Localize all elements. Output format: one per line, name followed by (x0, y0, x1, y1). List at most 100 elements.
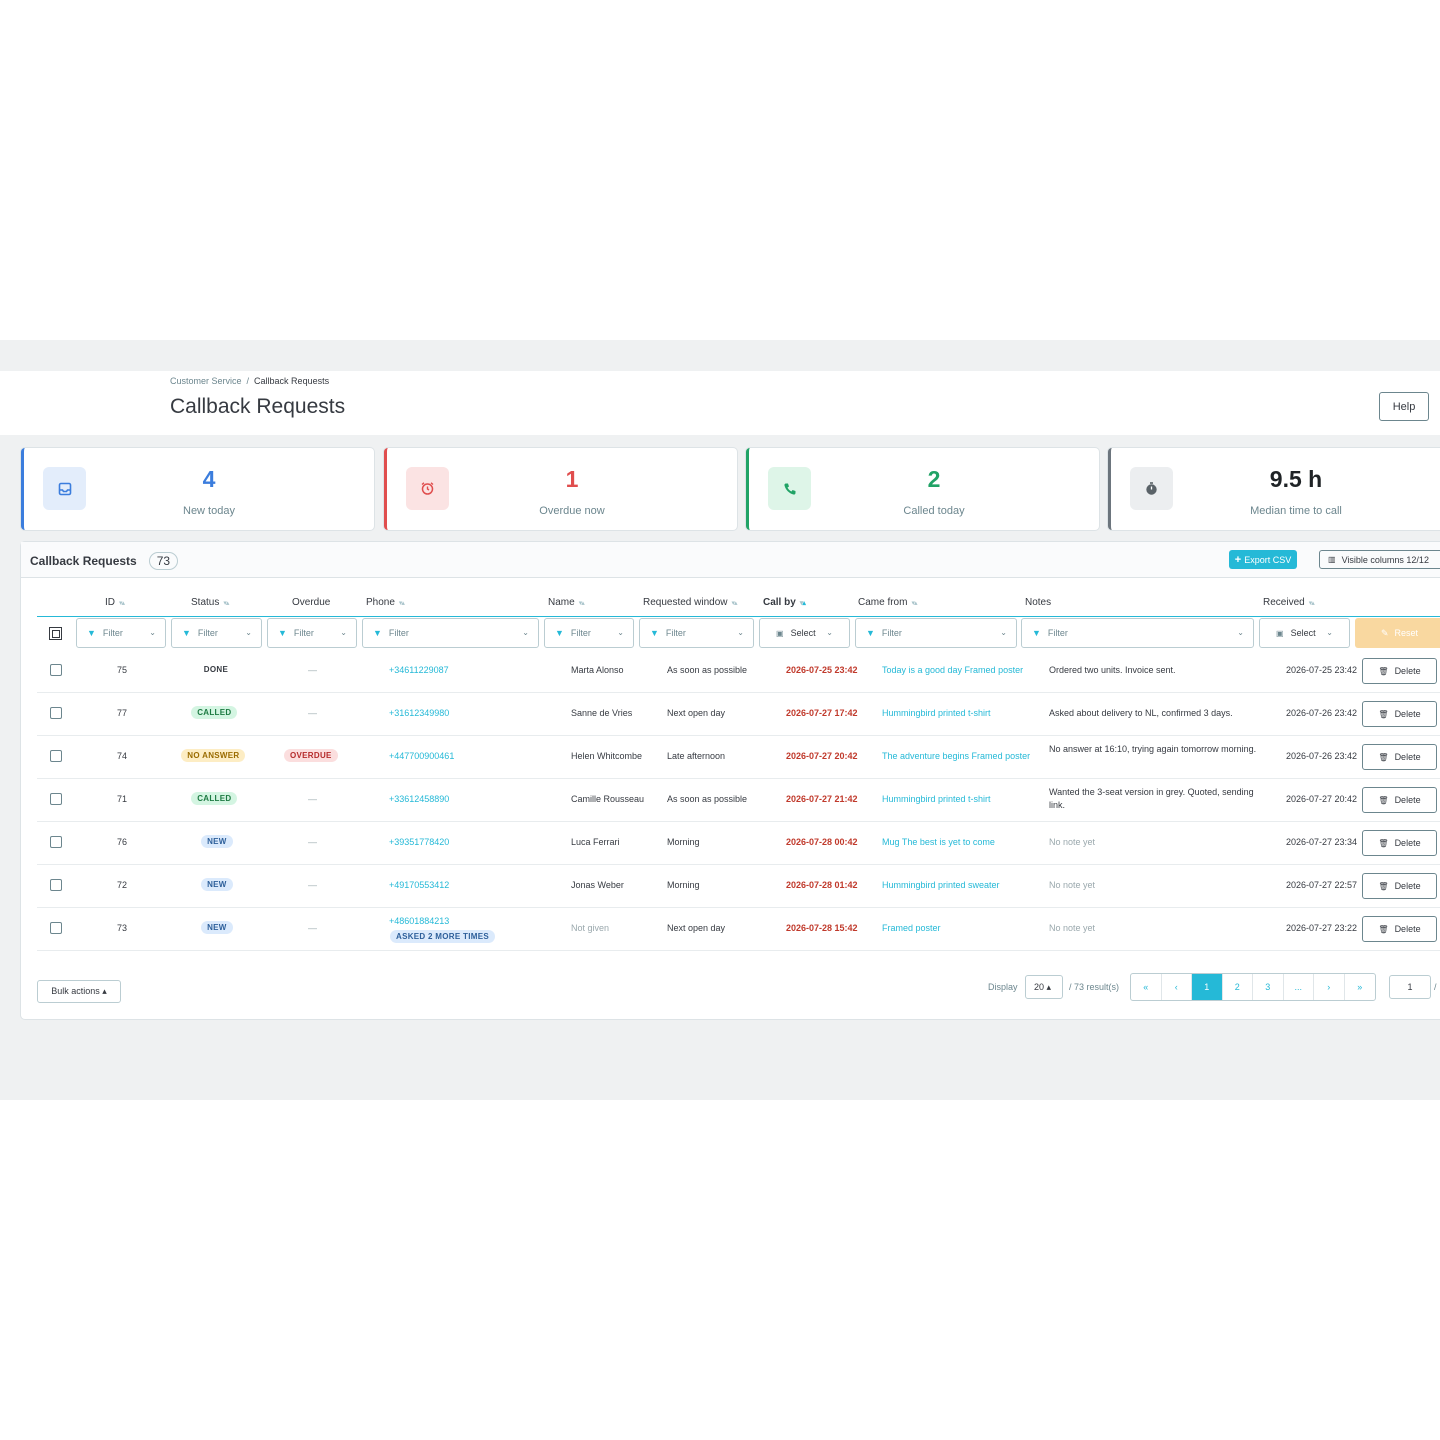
row-checkbox[interactable] (50, 793, 62, 805)
filter-overdue[interactable]: ▼ Filter ⌄ (267, 618, 357, 648)
filter-phone[interactable]: ▼ Filter ⌄ (362, 618, 539, 648)
sort-icon[interactable]: ▾▴ (800, 599, 806, 607)
reset-filters-button[interactable]: ✎ Reset (1355, 618, 1440, 648)
call-by-cell: 2026-07-28 01:42 (786, 880, 858, 890)
breadcrumb-parent[interactable]: Customer Service (170, 376, 242, 386)
sort-icon[interactable]: ▾▴ (223, 599, 229, 607)
delete-button[interactable]: 🗑 Delete (1362, 658, 1437, 684)
filter-icon: ▼ (278, 628, 287, 638)
card-header: Callback Requests 73 + Export CSV ▥ Visi… (21, 542, 1440, 578)
page-number-input[interactable]: 1 (1389, 975, 1431, 999)
delete-button[interactable]: 🗑 Delete (1362, 916, 1437, 942)
filter-id[interactable]: ▼ Filter ⌄ (76, 618, 166, 648)
filter-came-from[interactable]: ▼ Filter ⌄ (855, 618, 1017, 648)
column-header-came-from[interactable]: Came from ▾▴ (858, 597, 917, 608)
delete-label: Delete (1394, 838, 1421, 848)
page-size-select[interactable]: 20 ▴ (1025, 975, 1063, 999)
phone-link[interactable]: +48601884213 (389, 916, 449, 926)
column-header-notes: Notes (1025, 597, 1052, 608)
delete-label: Delete (1394, 752, 1421, 762)
phone-link[interactable]: +33612458890 (389, 794, 449, 804)
sort-icon[interactable]: ▾▴ (911, 599, 917, 607)
row-checkbox[interactable] (50, 664, 62, 676)
column-header-name[interactable]: Name ▾▴ (548, 597, 585, 608)
delete-label: Delete (1394, 795, 1421, 805)
filter-status[interactable]: ▼ Filter ⌄ (171, 618, 262, 648)
phone-link[interactable]: +447700900461 (389, 751, 454, 761)
sort-icon[interactable]: ▾▴ (732, 599, 738, 607)
phone-link[interactable]: +39351778420 (389, 837, 449, 847)
filter-icon: ▼ (555, 628, 564, 638)
id-cell: 77 (117, 708, 128, 718)
last-page-button[interactable]: » (1345, 974, 1376, 1000)
overdue-cell: — (308, 837, 317, 847)
sort-icon[interactable]: ▾▴ (1309, 599, 1315, 607)
came-from-link[interactable]: Mug The best is yet to come (882, 837, 995, 847)
came-from-link[interactable]: Framed poster (882, 923, 941, 933)
filter-requested-window[interactable]: ▼ Filter ⌄ (639, 618, 754, 648)
status-badge: CALLED (191, 706, 238, 719)
delete-button[interactable]: 🗑 Delete (1362, 701, 1437, 727)
overdue-cell: — (308, 794, 317, 804)
page-2-button[interactable]: 2 (1223, 974, 1253, 1000)
row-checkbox[interactable] (50, 922, 62, 934)
stopwatch-icon (1130, 467, 1173, 510)
column-header-id[interactable]: ID ▾▴ (105, 597, 125, 608)
delete-button[interactable]: 🗑 Delete (1362, 787, 1437, 813)
help-button[interactable]: Help (1379, 392, 1429, 421)
calendar-icon: ▣ (1276, 628, 1284, 638)
page-header: Customer Service / Callback Requests Callb… (0, 371, 1440, 435)
came-from-link[interactable]: Hummingbird printed sweater (882, 880, 1000, 890)
column-header-call-by[interactable]: Call by ▾▴ (763, 597, 806, 608)
visible-columns-button[interactable]: ▥ Visible columns 12/12 (1319, 550, 1440, 569)
phone-link[interactable]: +31612349980 (389, 708, 449, 718)
breadcrumb: Customer Service / Callback Requests (170, 376, 329, 386)
column-header-received[interactable]: Received ▾▴ (1263, 597, 1315, 608)
row-checkbox[interactable] (50, 836, 62, 848)
export-csv-label: Export CSV (1244, 554, 1292, 565)
chevron-down-icon: ⌄ (1326, 628, 1333, 637)
sort-icon[interactable]: ▾▴ (399, 599, 405, 607)
column-header-status[interactable]: Status ▾▴ (191, 597, 229, 608)
export-csv-button[interactable]: + Export CSV (1229, 550, 1297, 569)
prev-page-button[interactable]: ‹ (1162, 974, 1192, 1000)
trash-icon: 🗑 (1378, 709, 1389, 719)
phone-link[interactable]: +49170553412 (389, 880, 449, 890)
name-cell: Not given (571, 923, 610, 933)
first-page-button[interactable]: « (1131, 974, 1162, 1000)
came-from-link[interactable]: Hummingbird printed t-shirt (882, 708, 991, 718)
next-page-button[interactable]: › (1314, 974, 1345, 1000)
sort-icon[interactable]: ▾▴ (579, 599, 585, 607)
page-3-button[interactable]: 3 (1253, 974, 1284, 1000)
filter-call-by-date[interactable]: ▣ Select ⌄ (759, 618, 850, 648)
bulk-actions-button[interactable]: Bulk actions ▴ (37, 980, 121, 1003)
came-from-link[interactable]: Today is a good day Framed poster (882, 665, 1023, 675)
filter-notes[interactable]: ▼ Filter ⌄ (1021, 618, 1254, 648)
filter-received-date[interactable]: ▣ Select ⌄ (1259, 618, 1350, 648)
overdue-cell: — (308, 665, 317, 675)
phone-link[interactable]: +34611229087 (389, 665, 449, 675)
filter-name[interactable]: ▼ Filter ⌄ (544, 618, 634, 648)
received-cell: 2026-07-27 22:57 (1286, 880, 1358, 890)
overdue-cell: — (308, 923, 317, 933)
page-1-button[interactable]: 1 (1192, 974, 1223, 1000)
alarm-clock-icon (406, 467, 449, 510)
trash-icon: 🗑 (1378, 666, 1389, 676)
columns-icon: ▥ (1328, 555, 1336, 564)
row-checkbox[interactable] (50, 879, 62, 891)
phone-icon (768, 467, 811, 510)
kpi-value: 2 (927, 466, 941, 492)
column-header-phone[interactable]: Phone ▾▴ (366, 597, 405, 608)
column-header-requested-window[interactable]: Requested window ▾▴ (643, 597, 738, 608)
came-from-link[interactable]: The adventure begins Framed poster (882, 751, 1030, 761)
delete-button[interactable]: 🗑 Delete (1362, 744, 1437, 770)
delete-button[interactable]: 🗑 Delete (1362, 873, 1437, 899)
select-all-checkbox[interactable] (49, 627, 62, 640)
table-row: 77 CALLED — +31612349980 Sanne de Vries Next … (37, 693, 1440, 736)
row-checkbox[interactable] (50, 707, 62, 719)
sort-icon[interactable]: ▾▴ (119, 599, 125, 607)
came-from-link[interactable]: Hummingbird printed t-shirt (882, 794, 991, 804)
delete-button[interactable]: 🗑 Delete (1362, 830, 1437, 856)
row-checkbox[interactable] (50, 750, 62, 762)
chevron-down-icon: ⌄ (522, 628, 529, 637)
